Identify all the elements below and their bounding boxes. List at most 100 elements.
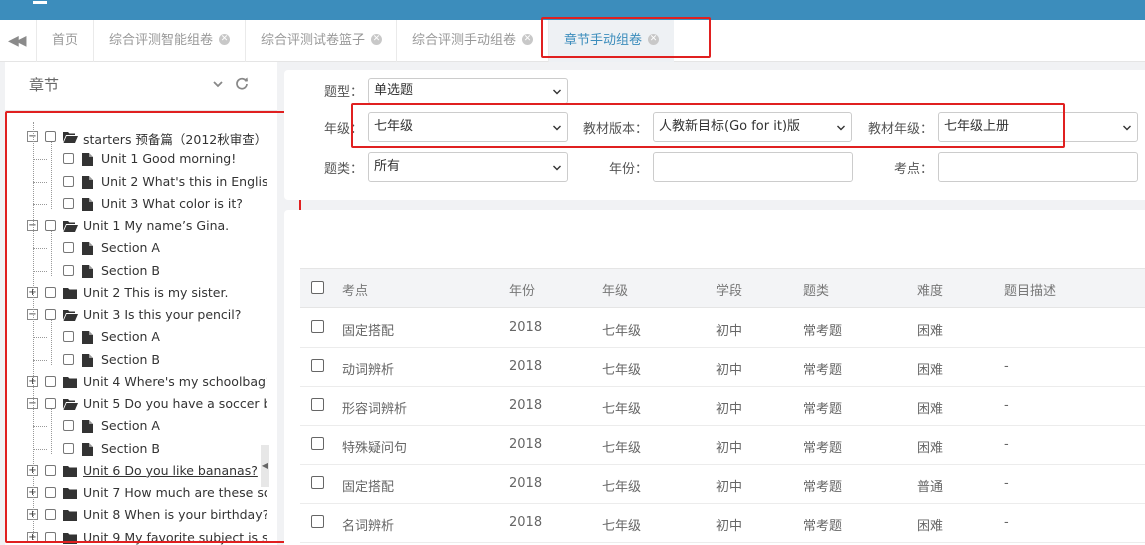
column-header[interactable]: 题目描述	[1004, 280, 1056, 299]
table-row[interactable]: 固定搭配 2018 七年级 初中 常考题 困难	[300, 309, 1145, 348]
textbook-grade-select[interactable]: 七年级上册	[938, 112, 1138, 142]
table-row[interactable]: 固定搭配 2018 七年级 初中 常考题 普通 -	[300, 465, 1145, 504]
tree-checkbox[interactable]	[45, 509, 56, 521]
row-checkbox[interactable]	[311, 398, 324, 411]
tab-paper-basket[interactable]: 综合评测试卷篮子 ✕	[261, 20, 383, 62]
tree-checkbox[interactable]	[45, 131, 56, 142]
year-input[interactable]	[653, 152, 853, 182]
tree-node-label[interactable]: Section A	[101, 329, 160, 344]
tree-node-label[interactable]: Unit 2 This is my sister.	[83, 285, 228, 300]
tree-node[interactable]: + Unit 2 This is my sister.	[5, 282, 267, 304]
column-header[interactable]: 学段	[716, 280, 742, 299]
tree-node[interactable]: + Unit 8 When is your birthday?	[5, 504, 267, 526]
tree-node[interactable]: Section A	[5, 326, 267, 348]
chevron-down-icon[interactable]	[213, 79, 223, 89]
column-header[interactable]: 年级	[602, 280, 628, 299]
table-row[interactable]: 形容词辨析 2018 七年级 初中 常考题 困难 -	[300, 387, 1145, 426]
collapse-sidebar-icon[interactable]: ◀	[261, 445, 269, 487]
tree-node[interactable]: − starters 预备篇（2012秋审查）	[5, 126, 267, 148]
tree-node[interactable]: Unit 2 What's this in English?	[5, 171, 267, 193]
question-type-select[interactable]: 单选题	[368, 78, 568, 104]
table-cell: 困难	[917, 402, 944, 417]
menu-icon[interactable]	[33, 1, 47, 4]
tree-node[interactable]: Unit 1 Good morning!	[5, 148, 267, 170]
tree-node-label[interactable]: Unit 2 What's this in English?	[101, 174, 267, 189]
tree-checkbox[interactable]	[45, 375, 56, 387]
close-icon[interactable]: ✕	[522, 34, 534, 45]
tree-node-label[interactable]: Section A	[101, 418, 160, 433]
tree-node[interactable]: + Unit 6 Do you like bananas?	[5, 460, 267, 482]
close-icon[interactable]: ✕	[648, 34, 660, 45]
tab-smart-paper[interactable]: 综合评测智能组卷 ✕	[109, 20, 231, 62]
tree-checkbox[interactable]	[45, 309, 56, 320]
tree-checkbox[interactable]	[45, 464, 56, 476]
tree-checkbox[interactable]	[63, 197, 74, 209]
table-row[interactable]: 特殊疑问句 2018 七年级 初中 常考题 困难 -	[300, 426, 1145, 465]
tree-node[interactable]: Unit 3 What color is it?	[5, 193, 267, 215]
refresh-icon[interactable]	[235, 76, 249, 90]
scroll-left-icon[interactable]: ◀◀	[8, 30, 32, 52]
tree-node[interactable]: Section A	[5, 415, 267, 437]
row-checkbox[interactable]	[311, 320, 324, 333]
tree-checkbox[interactable]	[63, 353, 74, 365]
column-header[interactable]: 题类	[803, 280, 829, 299]
tree-node[interactable]: −Unit 5 Do you have a soccer ball?	[5, 393, 267, 415]
tab-home[interactable]: 首页	[52, 20, 78, 62]
tree-checkbox[interactable]	[45, 487, 56, 498]
tree-node-label[interactable]: Section B	[101, 352, 160, 367]
tree-checkbox[interactable]	[63, 442, 74, 454]
tree-node[interactable]: +Unit 9 My favorite subject is science.	[5, 527, 267, 545]
grade-select[interactable]: 七年级	[368, 112, 568, 142]
tree-node[interactable]: Section A	[5, 237, 267, 259]
tree-node[interactable]: Section B	[5, 260, 267, 282]
tree-node-label[interactable]: Section A	[101, 240, 160, 255]
tree-node-label[interactable]: Unit 4 Where's my schoolbag?	[83, 374, 267, 389]
tree-node-label[interactable]: Unit 9 My favorite subject is science.	[83, 530, 267, 545]
tree-node-label[interactable]: Unit 5 Do you have a soccer ball?	[83, 396, 267, 411]
tree-checkbox[interactable]	[63, 153, 74, 165]
tree-checkbox[interactable]	[45, 220, 56, 231]
tree-node[interactable]: − Unit 3 Is this your pencil?	[5, 304, 267, 326]
tree-checkbox[interactable]	[63, 331, 74, 343]
row-checkbox[interactable]	[311, 359, 324, 372]
tree-node[interactable]: + Unit 4 Where's my schoolbag?	[5, 371, 267, 393]
tree-node-label[interactable]: Unit 1 Good morning!	[101, 151, 236, 166]
column-header[interactable]: 难度	[917, 280, 943, 299]
column-header[interactable]: 考点	[342, 280, 368, 299]
tree-checkbox[interactable]	[45, 286, 56, 298]
row-checkbox[interactable]	[311, 437, 324, 450]
table-row[interactable]: 名词辨析 2018 七年级 初中 常考题 困难 -	[300, 504, 1145, 543]
tree-node-label[interactable]: Unit 1 My name’s Gina.	[83, 218, 229, 233]
select-all-checkbox[interactable]	[311, 281, 324, 294]
tree-checkbox[interactable]	[63, 420, 74, 432]
tree-node-label[interactable]: Unit 7 How much are these socks?	[83, 485, 267, 500]
close-icon[interactable]: ✕	[219, 34, 231, 45]
tab-manual-paper[interactable]: 综合评测手动组卷 ✕	[412, 20, 534, 62]
tree-node[interactable]: Section B	[5, 438, 267, 460]
tree-node-label[interactable]: Section B	[101, 263, 160, 278]
column-header[interactable]: 年份	[509, 280, 535, 299]
tree-node-label[interactable]: Unit 8 When is your birthday?	[83, 507, 267, 522]
tree-checkbox[interactable]	[63, 175, 74, 187]
tree-checkbox[interactable]	[45, 398, 56, 409]
tree-node[interactable]: +Unit 7 How much are these socks?	[5, 482, 267, 504]
tree-checkbox[interactable]	[45, 531, 56, 543]
tree-node-label[interactable]: Unit 3 Is this your pencil?	[83, 307, 241, 322]
row-checkbox[interactable]	[311, 515, 324, 528]
textbook-version-select[interactable]: 人教新目标(Go for it)版	[653, 112, 852, 142]
tree-node-label[interactable]: starters 预备篇（2012秋审查）	[83, 129, 267, 148]
close-icon[interactable]: ✕	[371, 34, 383, 45]
tree-checkbox[interactable]	[63, 242, 74, 254]
tree-node-label[interactable]: Unit 3 What color is it?	[101, 196, 243, 211]
tab-chapter-manual-paper[interactable]: 章节手动组卷 ✕	[549, 20, 675, 62]
tree-node-label[interactable]: Unit 6 Do you like bananas?	[83, 463, 258, 478]
table-cell: 七年级	[602, 480, 642, 495]
tree-node[interactable]: − Unit 1 My name’s Gina.	[5, 215, 267, 237]
category-select[interactable]: 所有	[368, 152, 568, 182]
table-row[interactable]: 动词辨析 2018 七年级 初中 常考题 困难 -	[300, 348, 1145, 387]
tree-node-label[interactable]: Section B	[101, 441, 160, 456]
row-checkbox[interactable]	[311, 476, 324, 489]
knowledge-point-input[interactable]	[938, 152, 1138, 182]
tree-checkbox[interactable]	[63, 264, 74, 276]
tree-node[interactable]: Section B	[5, 349, 267, 371]
